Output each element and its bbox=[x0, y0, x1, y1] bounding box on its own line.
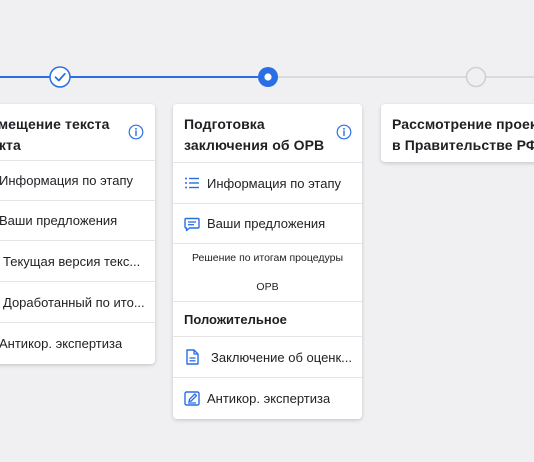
card-item-stage-info[interactable]: Информация по этапу bbox=[173, 162, 362, 203]
card-title: Рассмотрение проекта в Правительстве РФ bbox=[381, 104, 534, 162]
info-icon[interactable] bbox=[336, 124, 352, 140]
decision-caption: Решение по итогам процедуры ОРВ bbox=[173, 243, 362, 301]
card-item[interactable]: Информация по этапу bbox=[0, 160, 155, 200]
card-item-your-proposals[interactable]: Ваши предложения bbox=[173, 203, 362, 243]
card-item-conclusion-document[interactable]: Заключение об оценк... bbox=[173, 336, 362, 377]
card-item-label: Информация по этапу bbox=[207, 175, 342, 191]
card-title: Подготовка заключения об ОРВ bbox=[173, 104, 362, 162]
list-icon bbox=[183, 174, 201, 192]
card-item-label: Доработанный по ито... bbox=[3, 294, 145, 310]
decision-caption-line: Решение по итогам процедуры bbox=[192, 252, 343, 264]
card-item-anticorruption-expertise[interactable]: Антикор. экспертиза bbox=[173, 377, 362, 418]
step-completed-check-icon[interactable] bbox=[49, 66, 71, 88]
card-item-label: Ваши предложения bbox=[0, 213, 118, 228]
card-item-label: Антикор. экспертиза bbox=[0, 335, 123, 351]
decision-result: Положительное bbox=[173, 301, 362, 336]
progress-timeline bbox=[0, 66, 534, 88]
card-title-line: екта bbox=[0, 137, 21, 153]
card-title: змещение текста екта bbox=[0, 104, 155, 160]
stage-card-orv-conclusion: Подготовка заключения об ОРВ Информация … bbox=[173, 104, 362, 419]
card-item[interactable]: Текущая версия текс... bbox=[0, 240, 155, 281]
card-title-line: в Правительстве РФ bbox=[392, 137, 534, 153]
card-item[interactable]: Антикор. экспертиза bbox=[0, 322, 155, 363]
card-item-label: Заключение об оценк... bbox=[211, 349, 353, 365]
card-title-line: заключения об ОРВ bbox=[184, 137, 325, 153]
step-current-dot-icon[interactable] bbox=[258, 67, 278, 87]
card-item[interactable]: Ваши предложения bbox=[0, 200, 155, 240]
card-item-label: Информация по этапу bbox=[0, 173, 134, 188]
card-item[interactable]: Доработанный по ито... bbox=[0, 281, 155, 322]
card-title-line: змещение текста bbox=[0, 116, 110, 132]
stage-card-text-placement: змещение текста екта Информация по этапу… bbox=[0, 104, 155, 364]
step-upcoming-circle-icon[interactable] bbox=[465, 66, 487, 88]
info-icon[interactable] bbox=[128, 124, 144, 140]
card-title-line: Рассмотрение проекта bbox=[392, 116, 534, 132]
document-icon bbox=[183, 348, 201, 366]
comment-icon bbox=[183, 215, 201, 233]
stage-card-government-review: Рассмотрение проекта в Правительстве РФ bbox=[381, 104, 534, 162]
card-item-label: Антикор. экспертиза bbox=[207, 390, 331, 406]
card-title-line: Подготовка bbox=[184, 116, 265, 132]
card-item-label: Ваши предложения bbox=[207, 216, 326, 231]
edit-document-icon bbox=[183, 389, 201, 407]
card-item-label: Текущая версия текс... bbox=[3, 253, 141, 269]
decision-caption-line: ОРВ bbox=[256, 281, 279, 293]
